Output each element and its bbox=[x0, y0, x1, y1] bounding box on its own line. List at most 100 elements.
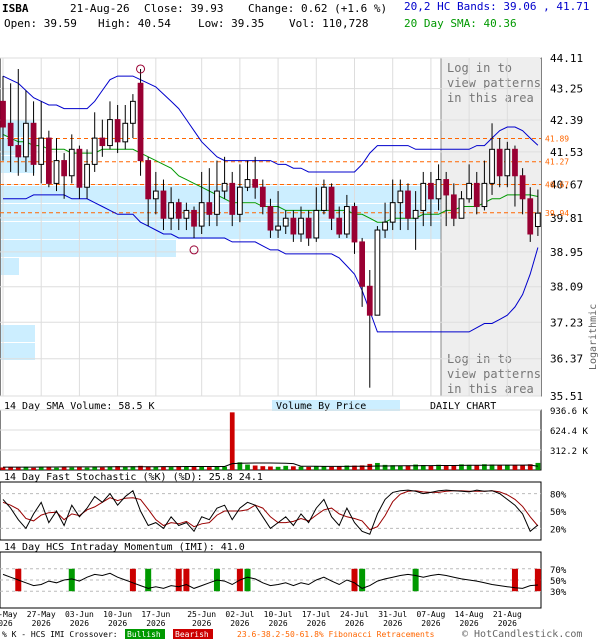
candle-body bbox=[229, 182, 236, 215]
candle-body bbox=[359, 241, 366, 287]
header-vol: Vol: 110,728 bbox=[289, 17, 368, 30]
date-tick-year: 2026 bbox=[498, 619, 517, 628]
price-tick-label: 38.09 bbox=[550, 281, 583, 294]
date-tick-label: 24-Jul bbox=[340, 610, 369, 619]
date-tick-year: 2026 bbox=[421, 619, 440, 628]
candle-body bbox=[214, 190, 220, 215]
volume-bar bbox=[451, 465, 457, 470]
volume-bar bbox=[54, 467, 59, 470]
candle-body bbox=[489, 148, 495, 184]
date-tick-label: 21-Aug bbox=[493, 610, 522, 619]
patterns-note-bottom: view patterns bbox=[447, 367, 541, 381]
volume-bar bbox=[229, 412, 235, 470]
volume-bar bbox=[107, 466, 113, 470]
log-scale-label: Logarithmic bbox=[588, 304, 599, 370]
candle-body bbox=[298, 217, 304, 235]
date-tick-label: 07-Aug bbox=[416, 610, 445, 619]
imi-tick-label: 50% bbox=[550, 577, 567, 587]
volume-bar bbox=[512, 465, 518, 470]
price-tick-label: 44.11 bbox=[550, 52, 583, 65]
volume-bar bbox=[84, 467, 90, 470]
candle-body bbox=[382, 221, 388, 231]
date-tick-year: 2026 bbox=[307, 619, 326, 628]
volume-bar bbox=[275, 466, 281, 470]
volume-bar bbox=[206, 467, 212, 470]
candle-body bbox=[504, 148, 511, 177]
candle-body bbox=[466, 182, 472, 200]
date-tick-year: 2026 bbox=[192, 619, 211, 628]
candle-body bbox=[450, 194, 457, 219]
candle-body bbox=[428, 182, 434, 200]
candle-body bbox=[30, 122, 37, 165]
price-tick-label: 36.37 bbox=[550, 353, 583, 366]
price-tick-label: 35.51 bbox=[550, 390, 583, 403]
date-tick-year: 2026 bbox=[383, 619, 402, 628]
volume-bar bbox=[290, 466, 296, 470]
imi-tick-label: 70% bbox=[550, 566, 567, 576]
candle-body bbox=[38, 137, 45, 165]
bearish-label: Bearish bbox=[175, 630, 209, 639]
candle-body bbox=[267, 206, 274, 231]
volume-tick-label: 936.6 K bbox=[550, 407, 589, 417]
stock-chart: ISBA 21-Aug-26 Close: 39.93 Change: 0.62… bbox=[0, 0, 599, 640]
candle-body bbox=[473, 182, 480, 208]
candle-body bbox=[160, 190, 167, 219]
volume-bar bbox=[504, 464, 510, 470]
fib-label: 41.89 bbox=[545, 134, 569, 143]
price-tick-label: 43.25 bbox=[550, 83, 583, 96]
volume-bar bbox=[191, 466, 197, 470]
imi-label: 14 Day HCS Intraday Momentum (IMI): 41.0 bbox=[4, 542, 245, 553]
candle-body bbox=[15, 145, 22, 158]
date-tick-label: 10-Jun bbox=[103, 610, 132, 619]
price-tick-label: 37.23 bbox=[550, 316, 583, 329]
candle-body bbox=[7, 122, 14, 147]
candle-body bbox=[535, 212, 541, 227]
candle-body bbox=[527, 198, 534, 235]
candle-body bbox=[343, 206, 350, 235]
volume-bar bbox=[168, 467, 174, 470]
imi-tick-label: 30% bbox=[550, 588, 567, 598]
candle-body bbox=[275, 225, 281, 231]
header-change: Change: 0.62 (+1.6 %) bbox=[248, 2, 387, 15]
candle-body bbox=[168, 202, 174, 219]
stoch-label: 14 Day Fast Stochastic (%K) (%D): 25.8 2… bbox=[4, 472, 263, 483]
date-tick-year: 2026 bbox=[0, 619, 13, 628]
candle-body bbox=[389, 202, 396, 223]
candle-body bbox=[290, 217, 297, 235]
candle-body bbox=[76, 148, 83, 188]
patterns-note-top: in this area bbox=[447, 91, 534, 105]
candle-body bbox=[0, 100, 6, 128]
stochastic-panel: 14 Day Fast Stochastic (%K) (%D): 25.8 2… bbox=[0, 472, 567, 541]
candle-body bbox=[191, 209, 197, 227]
volume-bar bbox=[428, 465, 434, 470]
candle-body bbox=[84, 163, 90, 188]
fib-label: 39.94 bbox=[545, 209, 569, 218]
candle-body bbox=[496, 148, 503, 177]
date-tick-label: 17-Jul bbox=[302, 610, 331, 619]
candle-body bbox=[45, 137, 52, 184]
footer-legend: % K - HCS IMI Crossover: bbox=[2, 630, 118, 639]
candle-body bbox=[397, 190, 404, 204]
volume-bar bbox=[367, 463, 373, 470]
candle-body bbox=[206, 202, 213, 215]
volume-bar bbox=[260, 466, 266, 470]
crossover-marker bbox=[244, 568, 251, 592]
crossover-marker bbox=[175, 568, 182, 592]
volume-bar bbox=[283, 465, 289, 470]
date-tick-label: 10-Jul bbox=[264, 610, 293, 619]
date-tick-year: 2026 bbox=[108, 619, 127, 628]
candle-body bbox=[351, 206, 358, 243]
header-open: Open: 39.59 bbox=[4, 17, 77, 30]
crossover-marker bbox=[534, 568, 541, 592]
candle-body bbox=[61, 160, 67, 177]
candle-body bbox=[420, 182, 427, 211]
date-tick-label: 20-May bbox=[0, 610, 18, 619]
header-high: High: 40.54 bbox=[98, 17, 171, 30]
candle-body bbox=[336, 217, 343, 235]
crossover-marker bbox=[412, 568, 419, 592]
candle-body bbox=[237, 186, 243, 215]
candle-body bbox=[145, 160, 152, 200]
candle-body bbox=[512, 148, 518, 177]
volume-bar bbox=[245, 464, 250, 470]
candle-body bbox=[122, 122, 129, 143]
